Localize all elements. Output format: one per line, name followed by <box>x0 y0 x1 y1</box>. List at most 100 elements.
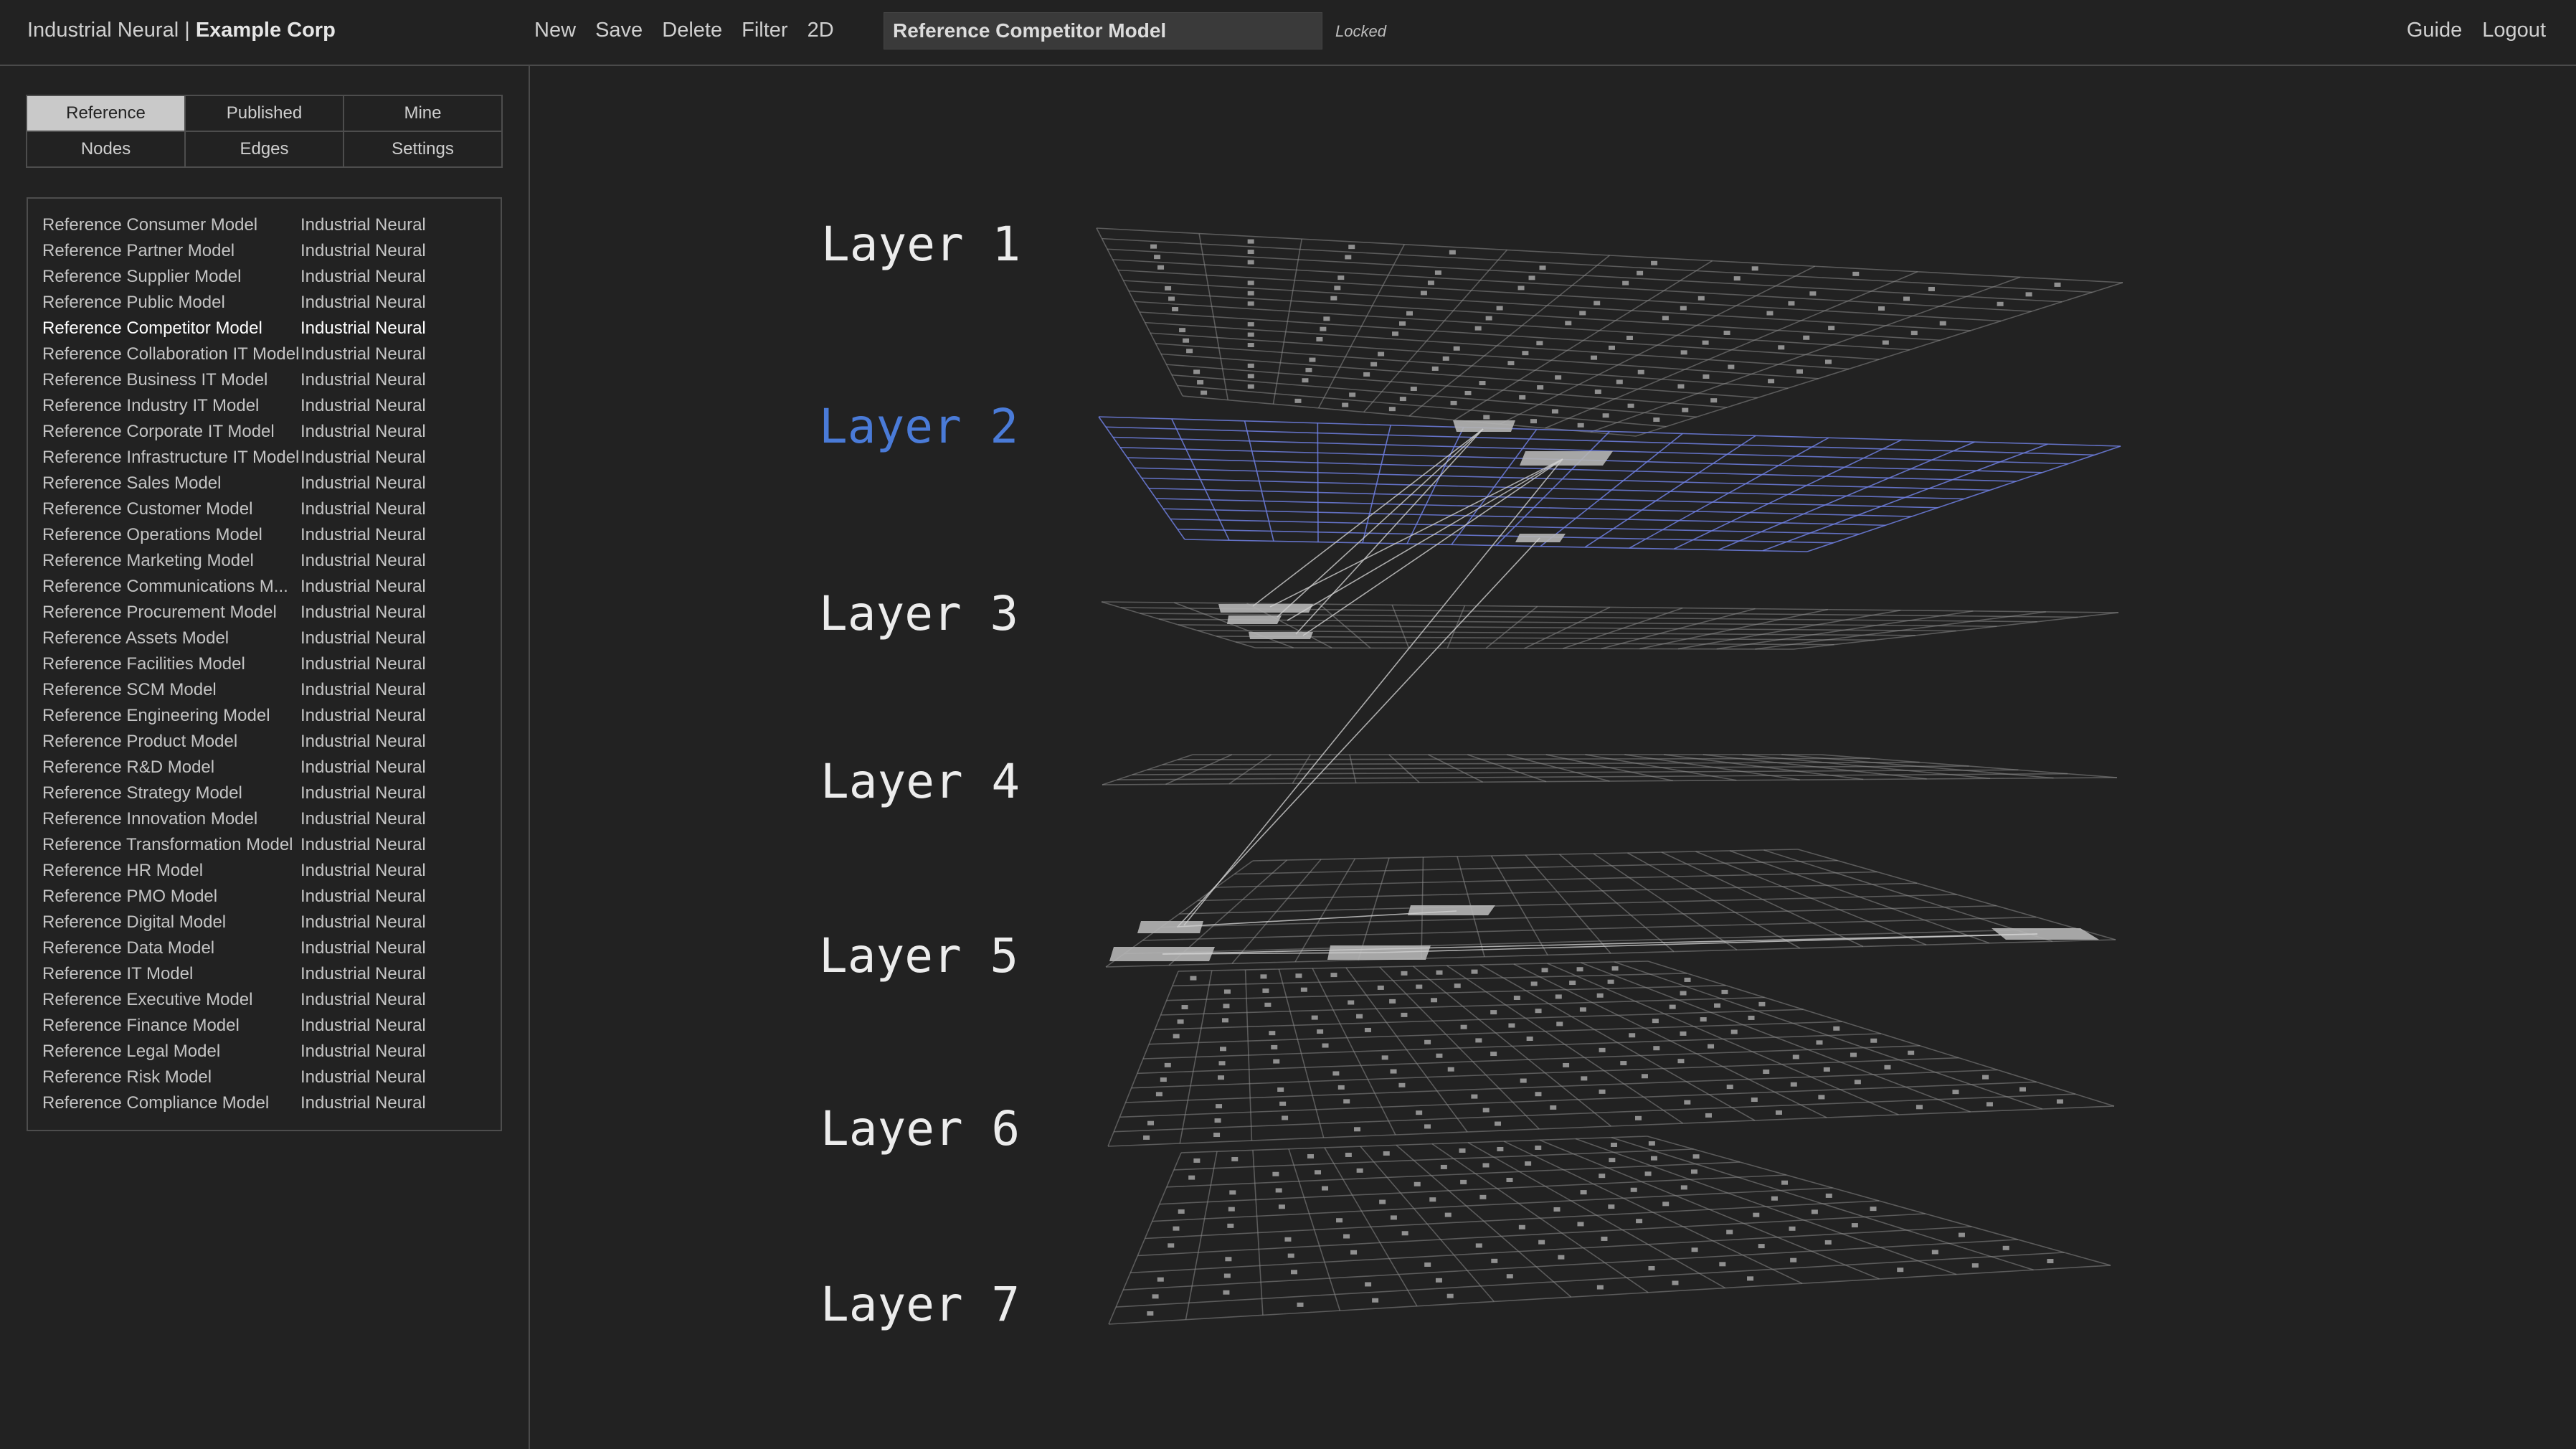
tab-nodes[interactable]: Nodes <box>26 131 186 168</box>
layer-label-6[interactable]: Layer 6 <box>820 1101 1020 1156</box>
model-list-item[interactable]: Reference Marketing Model Industrial Neur… <box>28 548 501 574</box>
layer-7-node <box>1446 1293 1454 1298</box>
model-title-input[interactable] <box>884 12 1322 49</box>
layer-6-node <box>1295 973 1302 978</box>
model-list-item[interactable]: Reference Product Model Industrial Neural <box>28 729 501 755</box>
model-list-item[interactable]: Reference Legal Model Industrial Neural <box>28 1039 501 1065</box>
model-list-item[interactable]: Reference Strategy Model Industrial Neura… <box>28 780 501 806</box>
layer-1-node <box>1434 270 1441 275</box>
logout-link[interactable]: Logout <box>2482 19 2546 42</box>
layer-1-node <box>1565 321 1572 326</box>
model-list-item[interactable]: Reference Digital Model Industrial Neural <box>28 910 501 935</box>
tab-published[interactable]: Published <box>184 95 344 132</box>
model-list-item[interactable]: Reference Sales Model Industrial Neural <box>28 471 501 496</box>
model-list-item[interactable]: Reference Finance Model Industrial Neural <box>28 1013 501 1039</box>
layer-7-node <box>1691 1247 1698 1252</box>
model-list-item[interactable]: Reference Innovation Model Industrial Neu… <box>28 806 501 832</box>
model-list-item[interactable]: Reference Infrastructure IT Model Industr… <box>28 445 501 471</box>
model-list-item[interactable]: Reference Consumer Model Industrial Neura… <box>28 212 501 238</box>
layer-1-node <box>1928 286 1935 291</box>
model-list-item[interactable]: Reference Transformation Model Industrial… <box>28 832 501 858</box>
layer-7-grid-line <box>1180 1136 1648 1153</box>
layer-6-node <box>1221 1018 1228 1023</box>
model-list-item[interactable]: Reference Engineering Model Industrial Ne… <box>28 703 501 729</box>
layer-1-node <box>1154 255 1161 260</box>
layer-1-grid-line <box>1177 384 1667 428</box>
layer-label-3[interactable]: Layer 3 <box>819 586 1018 641</box>
tab-reference[interactable]: Reference <box>26 95 186 132</box>
layer-1-node <box>1703 374 1710 379</box>
layer-6-node <box>1526 1037 1533 1042</box>
model-name: Reference Data Model <box>42 938 215 958</box>
model-list-item[interactable]: Reference Partner Model Industrial Neural <box>28 238 501 264</box>
model-list-item[interactable]: Reference Collaboration IT Model Industri… <box>28 341 501 367</box>
model-owner: Industrial Neural <box>300 706 426 725</box>
model-list-item[interactable]: Reference PMO Model Industrial Neural <box>28 884 501 910</box>
layer-7-node <box>1596 1285 1604 1290</box>
brand: Industrial Neural | Example Corp <box>27 19 336 42</box>
node-edge <box>1269 458 1563 608</box>
layer-6-node <box>1870 1038 1877 1043</box>
layer-7-node <box>1971 1263 1979 1268</box>
layer-7-node <box>1558 1255 1565 1260</box>
tab-settings[interactable]: Settings <box>343 131 503 168</box>
highlighted-node <box>1453 420 1515 432</box>
tab-mine[interactable]: Mine <box>343 95 503 132</box>
model-list-item[interactable]: Reference Business IT Model Industrial Ne… <box>28 367 501 393</box>
layer-1-node <box>1349 392 1356 397</box>
layer-6-node <box>1390 1069 1397 1074</box>
model-list-item[interactable]: Reference Risk Model Industrial Neural <box>28 1065 501 1090</box>
model-list-item[interactable]: Reference Procurement Model Industrial Ne… <box>28 600 501 626</box>
layer-1-node <box>1626 335 1633 340</box>
menu-2d-toggle[interactable]: 2D <box>808 19 834 42</box>
model-list-item[interactable]: Reference Executive Model Industrial Neur… <box>28 987 501 1013</box>
model-list-item[interactable]: Reference Compliance Model Industrial Neu… <box>28 1090 501 1116</box>
model-list-item[interactable]: Reference Data Model Industrial Neural <box>28 935 501 961</box>
guide-link[interactable]: Guide <box>2407 19 2462 42</box>
layer-7-node <box>1278 1204 1285 1209</box>
layer-6-node <box>1700 1017 1707 1022</box>
layer-label-1[interactable]: Layer 1 <box>821 217 1021 272</box>
model-list-item[interactable]: Reference Public Model Industrial Neural <box>28 290 501 316</box>
layer-6-node <box>1398 1082 1406 1087</box>
model-list-item[interactable]: Reference Supplier Model Industrial Neura… <box>28 264 501 290</box>
model-owner: Industrial Neural <box>300 267 426 286</box>
model-list-item[interactable]: Reference Industry IT Model Industrial Ne… <box>28 393 501 419</box>
model-owner: Industrial Neural <box>300 422 426 441</box>
layer-4-grid-line <box>1177 757 1870 760</box>
menu-save[interactable]: Save <box>595 19 643 42</box>
layer-6-node <box>1763 1070 1770 1075</box>
menu-delete[interactable]: Delete <box>662 19 722 42</box>
layer-label-2[interactable]: Layer 2 <box>819 399 1018 454</box>
layer-7-node <box>1771 1196 1778 1201</box>
model-owner: Industrial Neural <box>300 757 426 777</box>
layer-label-7[interactable]: Layer 7 <box>820 1277 1020 1332</box>
model-list-item[interactable]: Reference Corporate IT Model Industrial N… <box>28 419 501 445</box>
model-list-item[interactable]: Reference Competitor Model Industrial Neu… <box>28 316 501 341</box>
layer-1-node <box>1680 350 1687 355</box>
layer-2-grid-line <box>1134 467 1990 491</box>
model-name: Reference Supplier Model <box>42 267 242 286</box>
layer-1-node <box>1410 387 1417 392</box>
model-list-item[interactable]: Reference Operations Model Industrial Neu… <box>28 522 501 548</box>
model-list-item[interactable]: Reference SCM Model Industrial Neural <box>28 677 501 703</box>
menu-new[interactable]: New <box>534 19 576 42</box>
model-list-item[interactable]: Reference Assets Model Industrial Neural <box>28 626 501 651</box>
layer-1-node <box>1882 340 1889 345</box>
layer-2-grid-line <box>1170 518 1860 535</box>
layer-label-5[interactable]: Layer 5 <box>819 928 1018 983</box>
menu-filter[interactable]: Filter <box>742 19 787 42</box>
model-list-item[interactable]: Reference R&D Model Industrial Neural <box>28 755 501 780</box>
layer-viewer[interactable]: Layer 1 Layer 2 Layer 3 Layer 4 Layer 5 … <box>531 67 2576 1449</box>
model-name: Reference Compliance Model <box>42 1093 270 1113</box>
model-list-item[interactable]: Reference Communications M... Industrial … <box>28 574 501 600</box>
model-list-item[interactable]: Reference IT Model Industrial Neural <box>28 961 501 987</box>
layer-6-node <box>2056 1099 2063 1104</box>
layer-6-node <box>1652 1019 1659 1024</box>
layer-label-4[interactable]: Layer 4 <box>820 754 1020 809</box>
model-list-item[interactable]: Reference Facilities Model Industrial Neu… <box>28 651 501 677</box>
model-list-item[interactable]: Reference HR Model Industrial Neural <box>28 858 501 884</box>
model-list-item[interactable]: Reference Customer Model Industrial Neura… <box>28 496 501 522</box>
layer-7-node <box>1897 1268 1904 1273</box>
tab-edges[interactable]: Edges <box>184 131 344 168</box>
